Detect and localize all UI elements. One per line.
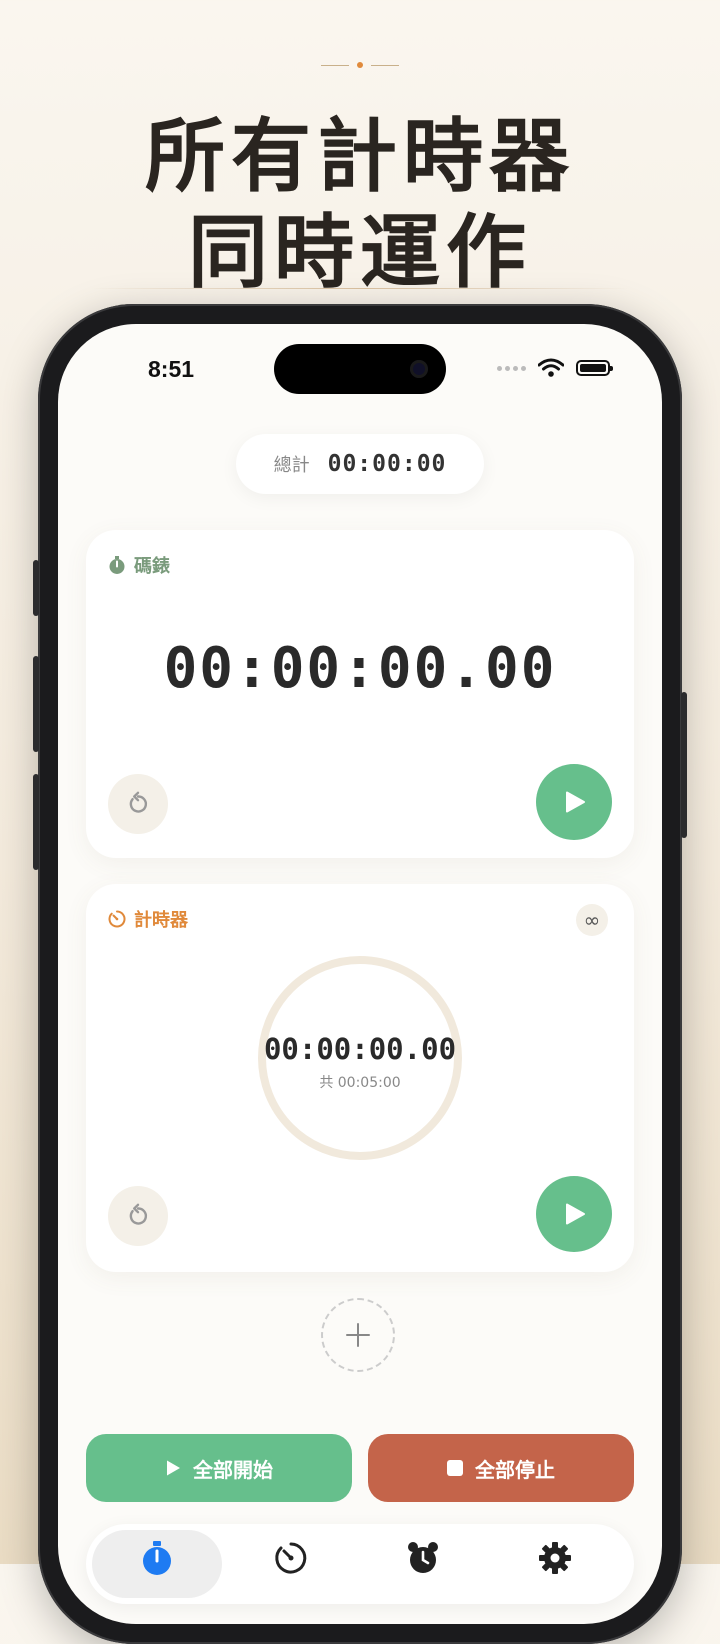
- reset-icon: [129, 1203, 148, 1225]
- stopwatch-icon: [109, 556, 125, 574]
- header-ornament: [0, 62, 720, 68]
- timer-play-button[interactable]: [536, 1176, 612, 1252]
- stop-all-label: 全部停止: [475, 1457, 555, 1482]
- cellular-signal-icon: [497, 365, 526, 371]
- add-timer-button[interactable]: [321, 1298, 395, 1372]
- stop-all-button[interactable]: 全部停止: [368, 1434, 634, 1502]
- timer-icon: [275, 1542, 307, 1574]
- dynamic-island: [274, 344, 446, 394]
- total-value: 00:00:00: [327, 451, 447, 477]
- play-icon: [566, 791, 585, 813]
- phone-screen: 8:51 總計 00:00:00 碼錶 00:00:00.00 計時器 ∞ 00…: [58, 324, 662, 1624]
- infinity-icon: ∞: [583, 908, 601, 932]
- timer-card-title: 計時器: [134, 910, 188, 931]
- status-time: 8:51: [148, 356, 195, 382]
- gear-icon: [539, 1542, 571, 1574]
- total-pill: 總計 00:00:00: [236, 434, 484, 494]
- stopwatch-card-label: 碼錶: [108, 552, 170, 578]
- timer-total: 共 00:05:00: [319, 1075, 401, 1091]
- timer-icon: [108, 910, 126, 928]
- stopwatch-reset-button[interactable]: [108, 774, 168, 834]
- volume-down-button: [33, 774, 39, 870]
- alarm-clock-icon: [408, 1542, 438, 1573]
- headline-line-2: 同時運作: [188, 206, 532, 299]
- tab-timer[interactable]: [226, 1530, 356, 1598]
- stopwatch-card: 碼錶 00:00:00.00: [86, 530, 634, 858]
- start-all-button[interactable]: 全部開始: [86, 1434, 352, 1502]
- plus-icon: [346, 1323, 370, 1347]
- tab-stopwatch[interactable]: [92, 1530, 222, 1598]
- stopwatch-play-button[interactable]: [536, 764, 612, 840]
- total-label: 總計: [273, 455, 310, 476]
- tab-bar: [86, 1524, 634, 1604]
- side-button: [33, 560, 39, 616]
- stop-icon: [447, 1460, 463, 1476]
- reset-icon: [129, 791, 148, 813]
- phone-frame: 8:51 總計 00:00:00 碼錶 00:00:00.00 計時器 ∞ 00…: [33, 304, 687, 1644]
- timer-reset-button[interactable]: [108, 1186, 168, 1246]
- stopwatch-icon: [143, 1541, 171, 1575]
- header-divider: [90, 288, 630, 289]
- tab-settings[interactable]: [490, 1530, 620, 1598]
- play-icon: [566, 1203, 585, 1225]
- timer-card-label: 計時器: [108, 906, 188, 932]
- repeat-infinite-button[interactable]: ∞: [576, 904, 608, 936]
- play-icon: [167, 1460, 180, 1476]
- stopwatch-card-title: 碼錶: [134, 556, 170, 577]
- volume-up-button: [33, 656, 39, 752]
- stopwatch-time: 00:00:00.00: [163, 636, 557, 701]
- battery-icon: [576, 360, 613, 376]
- tab-alarm[interactable]: [358, 1530, 488, 1598]
- wifi-icon: [538, 358, 564, 377]
- start-all-label: 全部開始: [193, 1457, 273, 1482]
- status-icons: [497, 358, 613, 378]
- timer-time: 00:00:00.00: [263, 1032, 457, 1066]
- timer-card: 計時器 ∞ 00:00:00.00 共 00:05:00: [86, 884, 634, 1272]
- power-button: [681, 692, 687, 838]
